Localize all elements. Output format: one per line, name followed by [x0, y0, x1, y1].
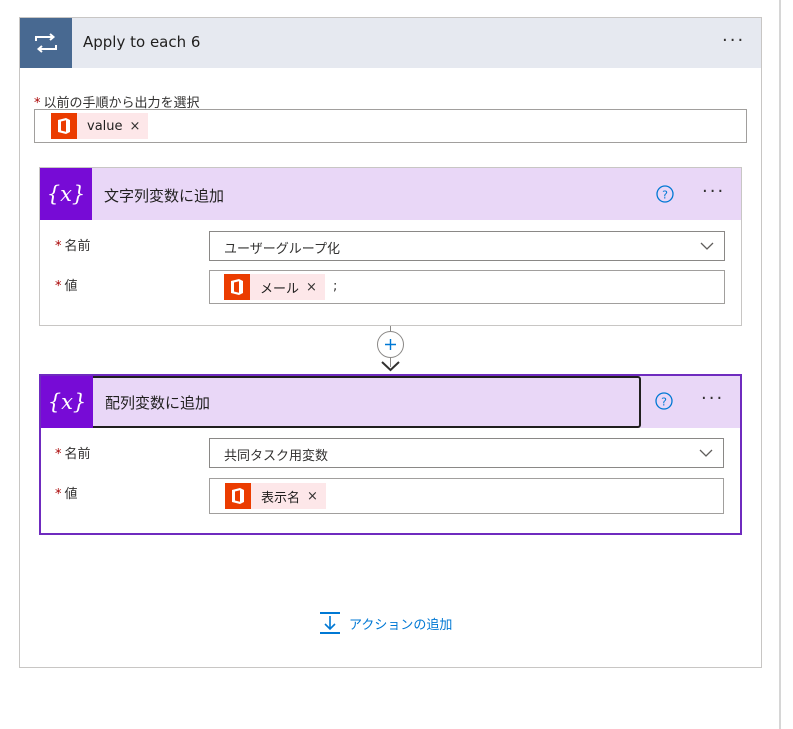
svg-text:?: ? [661, 395, 667, 408]
value-input[interactable]: 表示名 × [209, 478, 724, 514]
apply-to-each-more-icon[interactable]: ··· [722, 32, 745, 50]
svg-text:{𝑥}: {𝑥} [49, 182, 83, 206]
chevron-down-icon [699, 449, 713, 457]
vertical-scrollbar[interactable] [779, 0, 781, 729]
remove-token-icon[interactable]: × [306, 280, 317, 295]
svg-text:?: ? [662, 188, 668, 201]
required-marker: * [55, 487, 62, 502]
chevron-down-icon [700, 242, 714, 250]
help-icon[interactable]: ? [655, 392, 673, 410]
append-string-more-icon[interactable]: ··· [702, 183, 725, 201]
name-select-value: ユーザーグループ化 [224, 242, 340, 257]
name-select-value: 共同タスク用変数 [224, 449, 329, 464]
value-label: * 値 [55, 483, 78, 502]
name-select[interactable]: 共同タスク用変数 [209, 438, 724, 468]
remove-token-icon[interactable]: × [130, 119, 141, 134]
add-action-button[interactable]: アクションの追加 [318, 611, 452, 635]
variable-icon: {𝑥} [40, 168, 92, 220]
mail-token: メール × [224, 274, 325, 300]
insert-step-button[interactable] [377, 331, 404, 358]
append-array-variable-header[interactable]: {𝑥} 配列変数に追加 ? ··· [41, 376, 740, 428]
name-select[interactable]: ユーザーグループ化 [209, 231, 725, 261]
arrow-down-icon [381, 361, 400, 372]
name-label-text: 名前 [64, 239, 91, 254]
office-icon [51, 113, 77, 139]
value-label: * 値 [55, 275, 78, 294]
value-label-text: 値 [64, 487, 78, 502]
name-label-text: 名前 [64, 447, 91, 462]
value-token-label: value [87, 118, 123, 134]
value-input[interactable]: メール × ; [209, 270, 725, 304]
append-array-variable-card: {𝑥} 配列変数に追加 ? ··· *名前 共同タスク用変数 *値 表示名 × [39, 374, 742, 535]
display-name-token-label: 表示名 [261, 490, 301, 506]
mail-token-label: メール [260, 281, 300, 297]
add-action-icon [320, 612, 340, 634]
office-icon [225, 483, 251, 509]
required-marker: * [55, 279, 62, 294]
select-output-input[interactable]: value × [34, 109, 747, 143]
value-token: value × [51, 113, 149, 139]
append-array-more-icon[interactable]: ··· [701, 390, 724, 408]
plus-icon [385, 339, 396, 350]
display-name-token: 表示名 × [225, 483, 326, 509]
apply-to-each-title[interactable]: Apply to each 6 [83, 33, 200, 51]
office-icon [224, 274, 250, 300]
required-marker: * [55, 239, 62, 254]
value-suffix: ; [333, 279, 338, 294]
svg-text:{𝑥}: {𝑥} [50, 390, 84, 414]
append-string-variable-header[interactable]: {𝑥} 文字列変数に追加 ? ··· [40, 168, 741, 220]
name-label: * 名前 [55, 443, 91, 462]
loop-icon [20, 18, 72, 68]
append-string-variable-card: {𝑥} 文字列変数に追加 ? ··· *名前 ユーザーグループ化 *値 メール … [39, 167, 742, 326]
add-action-label[interactable]: アクションの追加 [349, 614, 452, 633]
required-marker: * [55, 447, 62, 462]
variable-icon: {𝑥} [41, 376, 93, 428]
value-label-text: 値 [64, 279, 78, 294]
append-string-variable-title[interactable]: 文字列変数に追加 [104, 185, 224, 206]
name-label: * 名前 [55, 235, 91, 254]
append-array-variable-title[interactable]: 配列変数に追加 [105, 392, 210, 413]
apply-to-each-header[interactable]: Apply to each 6 ··· [20, 18, 761, 68]
remove-token-icon[interactable]: × [307, 489, 318, 504]
help-icon[interactable]: ? [656, 185, 674, 203]
